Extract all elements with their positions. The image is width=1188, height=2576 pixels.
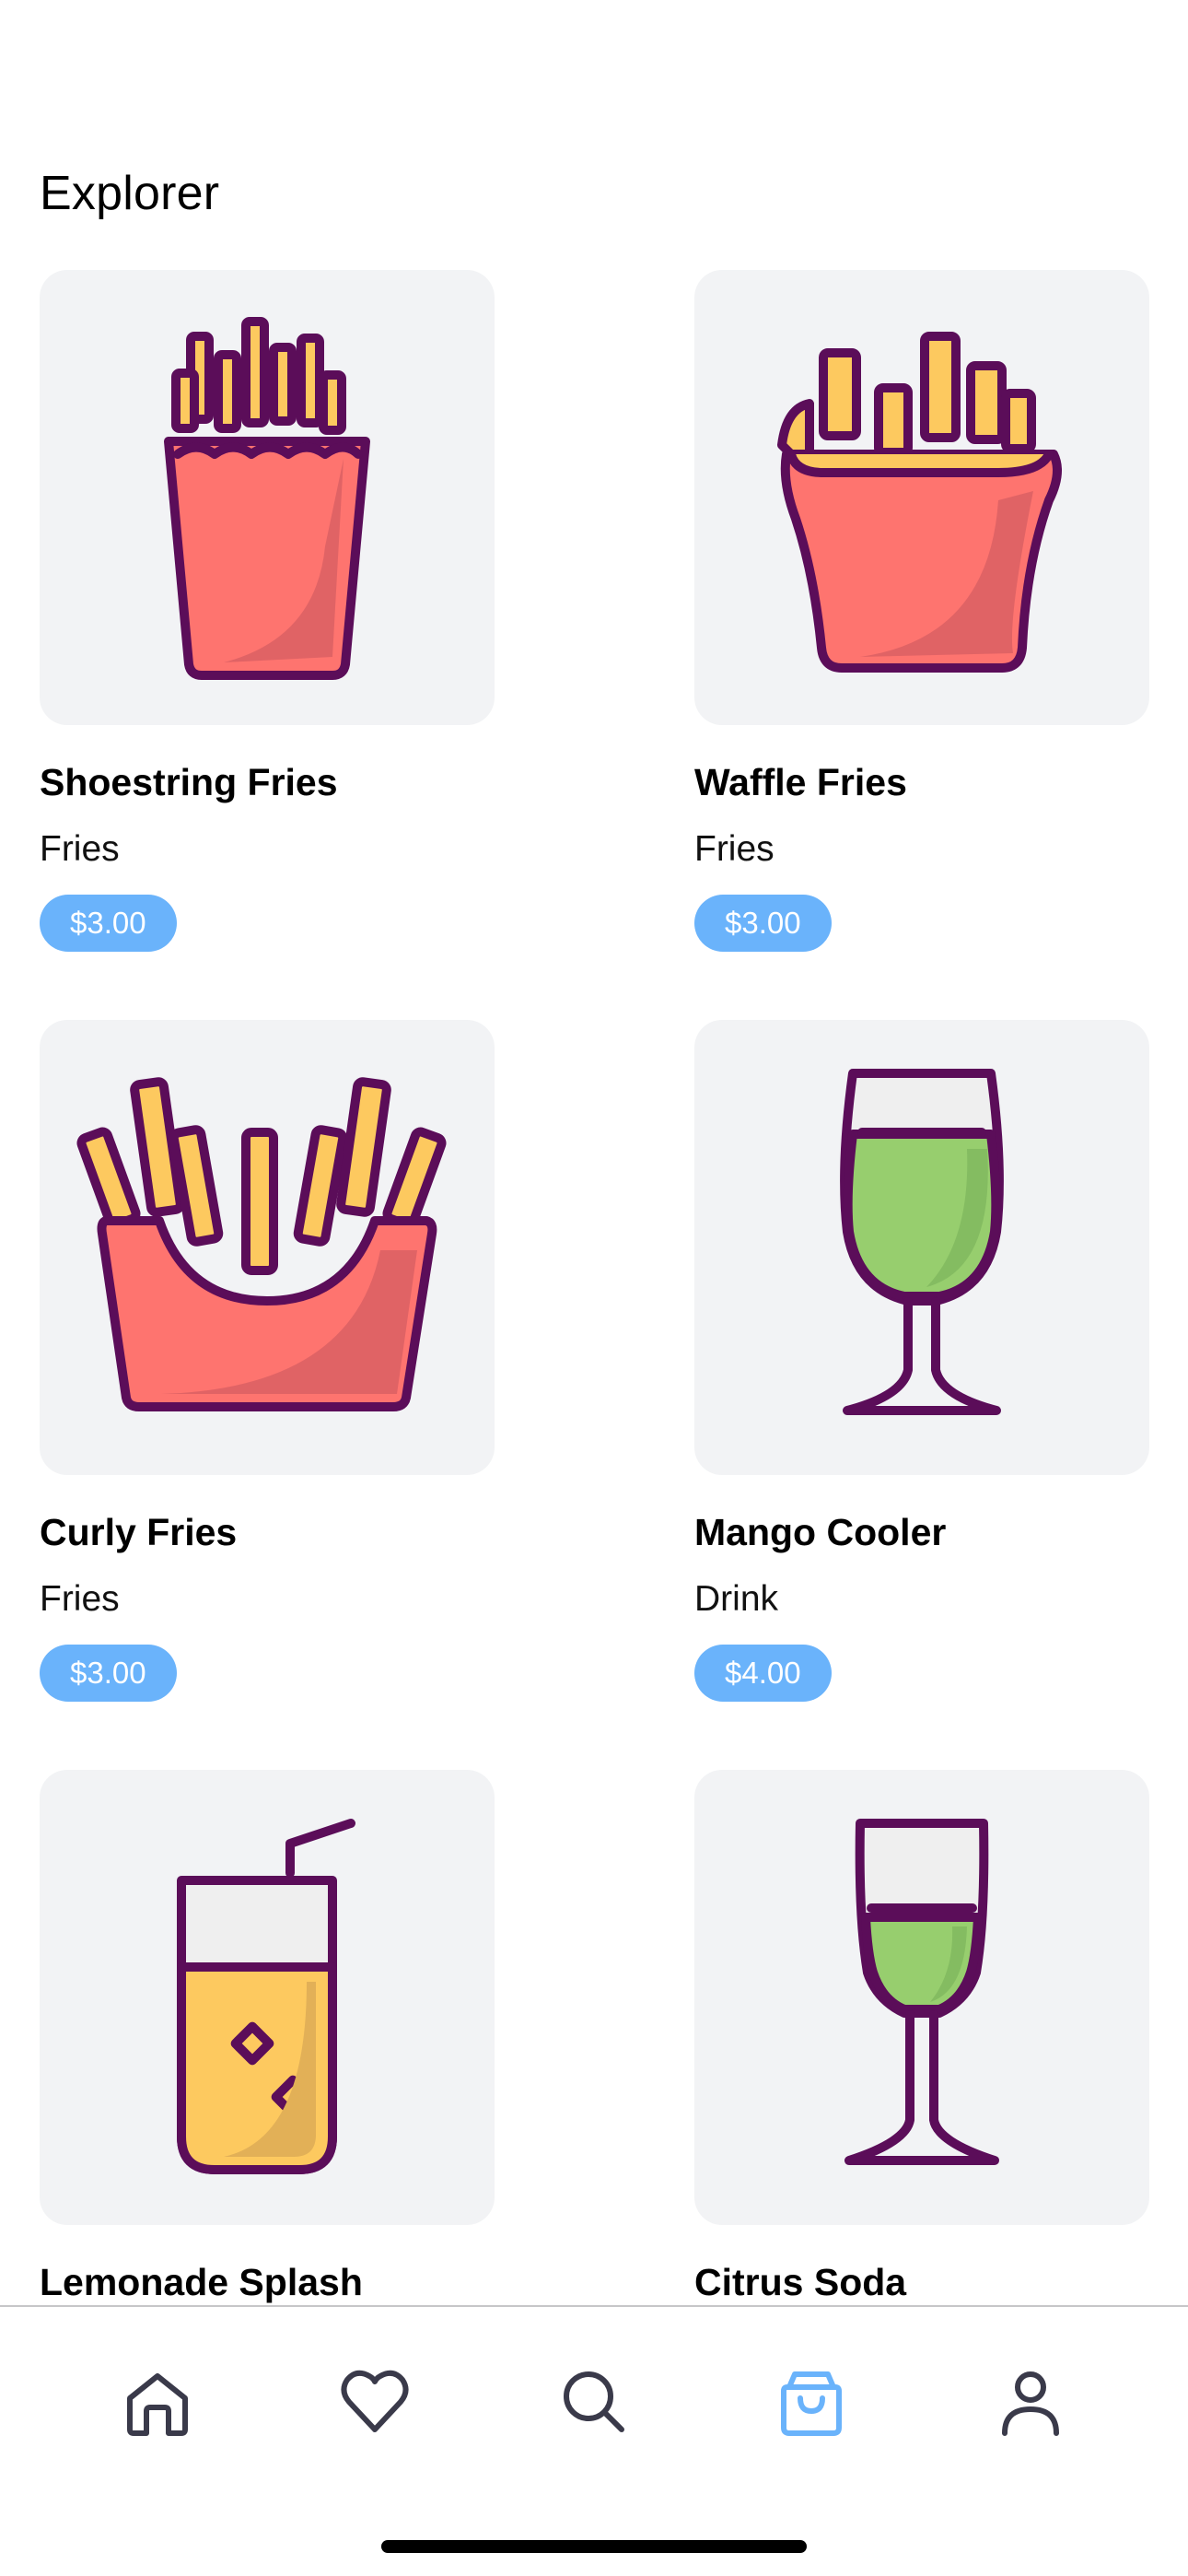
curly-fries-icon bbox=[76, 1077, 447, 1411]
product-name: Shoestring Fries bbox=[40, 761, 338, 803]
tab-home[interactable] bbox=[116, 2360, 199, 2443]
tab-favorites[interactable] bbox=[333, 2360, 416, 2443]
product-image bbox=[694, 270, 1149, 725]
shopping-bag-icon bbox=[781, 2371, 842, 2436]
product-category: Fries bbox=[40, 1579, 120, 1619]
product-category: Fries bbox=[694, 829, 775, 869]
tall-glass-drink-icon bbox=[844, 1819, 999, 2165]
product-card[interactable]: Lemonade Splash bbox=[40, 1770, 495, 2305]
goblet-drink-icon bbox=[840, 1069, 1004, 1415]
price-badge: $3.00 bbox=[694, 895, 832, 952]
product-card[interactable]: Shoestring Fries Fries $3.00 bbox=[40, 270, 495, 952]
tab-profile[interactable] bbox=[989, 2360, 1072, 2443]
heart-icon bbox=[341, 2370, 409, 2432]
product-name: Mango Cooler bbox=[694, 1511, 947, 1553]
product-image bbox=[694, 1770, 1149, 2225]
product-image bbox=[694, 1020, 1149, 1475]
waffle-fries-icon bbox=[777, 332, 1062, 673]
product-image bbox=[40, 270, 495, 725]
product-image bbox=[40, 1770, 495, 2225]
product-name: Lemonade Splash bbox=[40, 2261, 363, 2303]
product-name: Curly Fries bbox=[40, 1511, 238, 1553]
product-category: Drink bbox=[694, 1579, 779, 1619]
search-icon bbox=[564, 2371, 624, 2432]
price-badge: $3.00 bbox=[40, 1645, 177, 1702]
home-indicator bbox=[381, 2540, 807, 2553]
product-card[interactable]: Citrus Soda bbox=[694, 1770, 1149, 2305]
price-badge: $4.00 bbox=[694, 1645, 832, 1702]
product-category: Fries bbox=[40, 829, 120, 869]
page-title: Explorer bbox=[40, 167, 220, 220]
tab-bar bbox=[0, 2305, 1188, 2576]
product-card[interactable]: Curly Fries Fries $3.00 bbox=[40, 1020, 495, 1702]
home-icon bbox=[127, 2373, 188, 2436]
product-image bbox=[40, 1020, 495, 1475]
product-name: Waffle Fries bbox=[694, 761, 907, 803]
lemonade-glass-icon bbox=[177, 1819, 355, 2174]
product-card[interactable]: Waffle Fries Fries $3.00 bbox=[694, 270, 1149, 952]
tab-search[interactable] bbox=[553, 2360, 635, 2443]
product-grid: Shoestring Fries Fries $3.00 Waffle Frie… bbox=[0, 267, 1188, 2305]
shoestring-fries-icon bbox=[164, 317, 370, 680]
product-name: Citrus Soda bbox=[694, 2261, 907, 2303]
product-card[interactable]: Mango Cooler Drink $4.00 bbox=[694, 1020, 1149, 1702]
tab-bag[interactable] bbox=[770, 2360, 853, 2443]
price-badge: $3.00 bbox=[40, 895, 177, 952]
person-icon bbox=[1002, 2371, 1059, 2436]
explorer-screen: Explorer Shoestring Fries Fries $3.00 Wa… bbox=[0, 0, 1188, 2576]
